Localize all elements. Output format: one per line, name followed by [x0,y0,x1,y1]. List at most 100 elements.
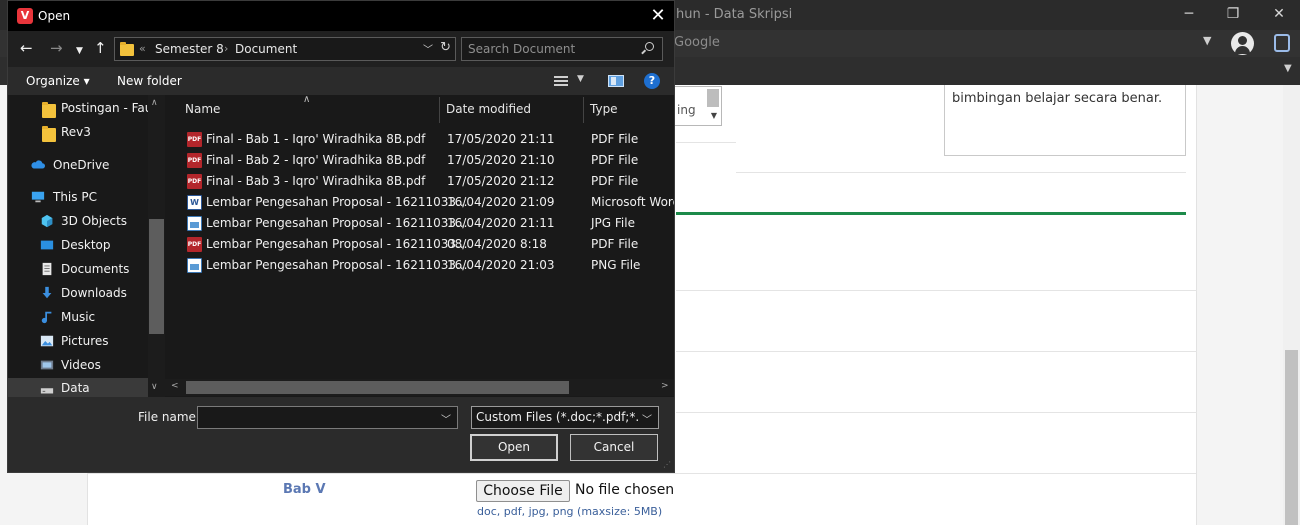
image-file-icon [187,258,202,273]
forward-arrow-icon[interactable]: → [50,39,63,57]
address-text: Google [674,35,720,50]
file-date: 08/04/2020 8:18 [447,237,547,251]
nav-item-this-pc[interactable]: This PC [8,187,148,209]
page-select-box[interactable]: ing ▼ [674,86,722,126]
file-type-filter-value: Custom Files (*.doc;*.pdf;*.jpg; [476,410,638,424]
file-name: Final - Bab 2 - Iqro' Wiradhika 8B.pdf [206,153,426,167]
page-textarea[interactable]: bimbingan belajar secara benar. [944,85,1186,156]
nav-item-label: This PC [53,190,97,204]
maximize-button[interactable]: ❐ [1222,4,1244,24]
resize-grip-icon[interactable]: ⋰ [663,460,672,469]
section-divider [676,212,1186,215]
file-list-horizontal-scrollbar[interactable]: < > [165,379,674,396]
search-icon[interactable] [645,42,654,51]
nav-item-postingan[interactable]: Postingan - Fauc [8,98,159,120]
nav-item-label: Pictures [61,334,109,348]
navigation-pane[interactable]: Postingan - Fauc Rev3 OneDrive This PC 3… [8,95,165,397]
open-button[interactable]: Open [470,434,558,461]
file-row[interactable]: PDF Final - Bab 3 - Iqro' Wiradhika 8B.p… [165,171,674,192]
breadcrumb-overflow[interactable]: « [139,42,146,55]
minimize-button[interactable]: ─ [1178,4,1200,24]
file-row[interactable]: PDF Final - Bab 2 - Iqro' Wiradhika 8B.p… [165,150,674,171]
column-header-name[interactable]: Name [185,95,220,123]
nav-item-rev3[interactable]: Rev3 [8,122,148,144]
dialog-bottom-panel: File name: ﹀ Custom Files (*.doc;*.pdf;*… [8,397,674,472]
search-input[interactable] [468,41,636,57]
breadcrumb-document[interactable]: Document [235,42,297,56]
shield-icon[interactable] [1274,34,1290,52]
file-name-combobox[interactable]: ﹀ [197,406,458,429]
file-row[interactable]: W Lembar Pengesahan Proposal - 16211033.… [165,192,674,213]
nav-item-3d-objects[interactable]: 3D Objects [8,211,148,233]
file-row[interactable]: PDF Final - Bab 1 - Iqro' Wiradhika 8B.p… [165,129,674,150]
nav-item-videos[interactable]: Videos [8,355,148,377]
column-divider[interactable] [583,97,584,123]
back-arrow-icon[interactable]: ← [20,39,33,57]
file-name-input[interactable] [202,410,427,425]
vivaldi-app-icon: V [17,8,33,24]
nav-item-downloads[interactable]: Downloads [8,283,148,305]
recent-locations-chevron-icon[interactable]: ▼ [76,42,83,60]
file-row[interactable]: Lembar Pengesahan Proposal - 16211033...… [165,213,674,234]
up-arrow-icon[interactable]: ↑ [94,39,107,57]
page-scrollbar-thumb[interactable] [1285,350,1298,525]
preview-pane-icon[interactable] [608,75,624,87]
dialog-search-box[interactable] [461,37,663,61]
view-options-icon[interactable] [554,76,568,86]
address-history-chevron-icon[interactable]: ﹀ [423,41,433,56]
nav-item-desktop[interactable]: Desktop [8,235,148,257]
cancel-button[interactable]: Cancel [570,434,658,461]
scroll-down-chevron-icon[interactable]: ∨ [151,382,158,392]
file-name: Final - Bab 3 - Iqro' Wiradhika 8B.pdf [206,174,426,188]
profile-avatar-icon[interactable] [1231,32,1254,55]
file-name: Lembar Pengesahan Proposal - 16211033... [206,237,468,251]
scroll-right-chevron-icon[interactable]: > [661,381,669,391]
music-icon [41,311,52,324]
nav-item-label: Rev3 [61,125,91,139]
file-date: 17/05/2020 21:12 [447,174,555,188]
nav-item-data[interactable]: Data [8,378,148,397]
dialog-title-bar[interactable]: V Open ✕ [8,1,674,31]
nav-item-music[interactable]: Music [8,307,148,329]
new-folder-button[interactable]: New folder [117,74,182,88]
divider [676,351,1197,352]
breadcrumb-semester-8[interactable]: Semester 8 [155,42,224,56]
refresh-icon[interactable]: ↻ [440,40,451,55]
divider [676,412,1197,413]
address-dropdown-icon[interactable]: ▼ [1203,34,1211,47]
nav-pane-scrollbar[interactable]: ∧ ∨ [148,95,165,397]
dialog-close-button[interactable]: ✕ [646,4,670,28]
file-row[interactable]: PDF Lembar Pengesahan Proposal - 1621103… [165,234,674,255]
nav-pane-scroll-thumb[interactable] [149,219,164,334]
column-header-date-modified[interactable]: Date modified [446,95,531,123]
file-list[interactable]: ∧ Name Date modified Type PDF Final - Ba… [165,95,674,397]
browser-close-button[interactable]: ✕ [1268,4,1290,24]
tab-list-chevron-icon[interactable]: ▼ [1284,63,1292,74]
file-date: 16/04/2020 21:09 [447,195,555,209]
nav-item-documents[interactable]: Documents [8,259,148,281]
filter-chevron-icon[interactable]: ﹀ [642,411,652,426]
file-name: Lembar Pengesahan Proposal - 16211033... [206,258,468,272]
pdf-file-icon: PDF [187,174,202,189]
scroll-up-chevron-icon[interactable]: ∧ [151,98,158,108]
file-type-filter-select[interactable]: Custom Files (*.doc;*.pdf;*.jpg; ﹀ [471,406,659,429]
select-down-arrow-icon[interactable]: ▼ [711,111,717,120]
nav-item-onedrive[interactable]: OneDrive [8,155,148,177]
horizontal-scroll-thumb[interactable] [186,381,569,394]
file-row[interactable]: Lembar Pengesahan Proposal - 16211033...… [165,255,674,276]
column-header-type[interactable]: Type [590,95,618,123]
choose-file-button[interactable]: Choose File [476,480,570,502]
file-name-chevron-icon[interactable]: ﹀ [441,411,451,426]
view-options-chevron-icon[interactable]: ▼ [577,74,584,84]
dialog-address-bar[interactable]: « Semester 8 › Document ﹀ ↻ [114,37,456,61]
scroll-left-chevron-icon[interactable]: < [171,381,179,391]
nav-item-pictures[interactable]: Pictures [8,331,148,353]
select-scroll-thumb[interactable] [707,89,719,107]
file-date: 17/05/2020 21:11 [447,132,555,146]
breadcrumb-separator-icon[interactable]: › [224,42,228,55]
column-divider[interactable] [439,97,440,123]
help-icon[interactable]: ? [644,73,660,89]
divider [736,172,1186,173]
organize-button[interactable]: Organize ▾ [26,74,90,88]
cube-icon [41,214,53,228]
